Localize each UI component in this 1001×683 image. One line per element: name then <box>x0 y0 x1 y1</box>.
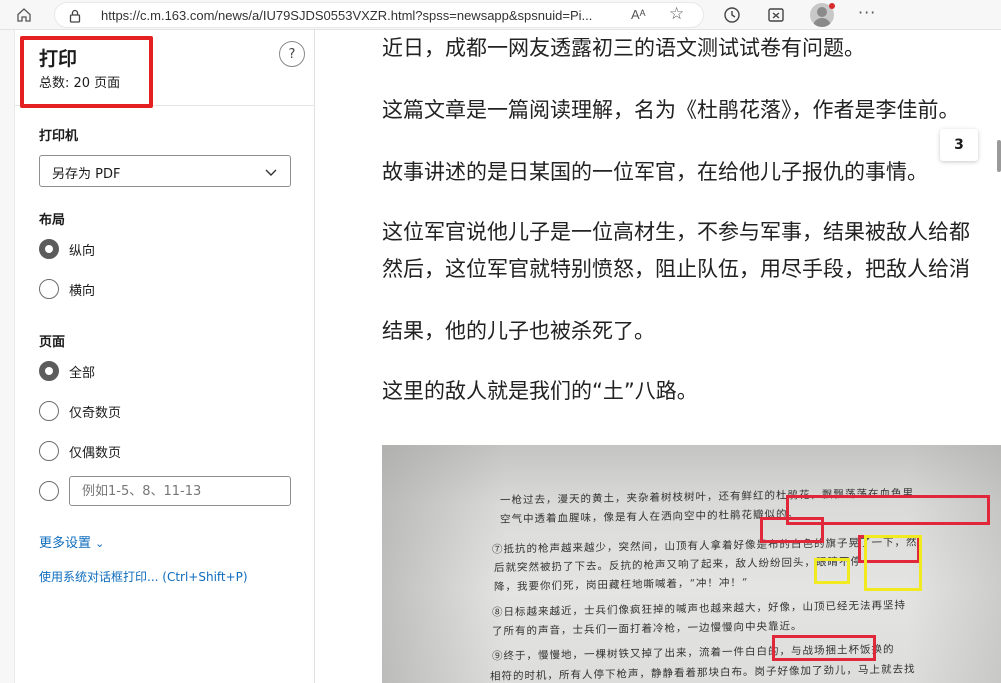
radio-button[interactable] <box>39 361 59 381</box>
help-icon[interactable]: ? <box>279 41 305 67</box>
more-menu-icon[interactable]: ··· <box>858 3 876 22</box>
print-panel-header: 打印 总数: 20 页面 ? <box>15 30 315 108</box>
yellow-highlight-box <box>864 535 922 591</box>
address-bar[interactable]: https://c.m.163.com/news/a/IU79SJDS0553V… <box>54 2 704 28</box>
layout-landscape-label: 横向 <box>69 283 96 299</box>
left-edge <box>0 30 14 683</box>
print-panel: 打印 总数: 20 页面 ? 打印机 另存为 PDF 布局 纵向 横向 页面 全… <box>14 30 315 683</box>
layout-label: 布局 <box>39 213 66 228</box>
layout-landscape-option[interactable]: 横向 <box>39 278 95 300</box>
history-icon[interactable] <box>720 3 744 27</box>
page-number-badge: 3 <box>940 129 978 161</box>
layout-portrait-label: 纵向 <box>69 243 96 259</box>
red-highlight-box <box>760 517 824 543</box>
radio-button[interactable] <box>39 481 59 501</box>
chevron-down-icon: ⌄ <box>95 537 105 550</box>
layout-portrait-option[interactable]: 纵向 <box>39 238 95 260</box>
radio-button[interactable] <box>39 401 59 421</box>
article-paragraph: 这位军官说他儿子是一位高材生，不参与军事，结果被敌人给都 <box>382 220 970 244</box>
radio-button[interactable] <box>39 239 59 259</box>
exam-paper-photo: 一枪过去，漫天的黄土，夹杂着树枝树叶，还有鲜红的杜鹃花，飘飘荡荡在血色里 空气中… <box>382 445 1001 683</box>
custom-range-input[interactable] <box>69 476 291 506</box>
chevron-down-icon <box>264 164 278 183</box>
article-paragraph: 这篇文章是一篇阅读理解，名为《杜鹃花落》，作者是李佳前。 <box>382 98 960 122</box>
more-settings-label: 更多设置 <box>39 536 92 551</box>
read-aloud-icon[interactable]: Aᴬ <box>631 7 646 22</box>
browser-toolbar: https://c.m.163.com/news/a/IU79SJDS0553V… <box>0 0 1001 30</box>
scrollbar-thumb[interactable] <box>997 140 1001 172</box>
article-paragraph: 故事讲述的是日某国的一位军官，在给他儿子报仇的事情。 <box>382 160 928 184</box>
article-paragraph: 这里的敌人就是我们的“土”八路。 <box>382 379 698 403</box>
radio-button[interactable] <box>39 279 59 299</box>
radio-button[interactable] <box>39 441 59 461</box>
red-highlight-box <box>772 635 876 661</box>
pages-even-label: 仅偶数页 <box>69 445 122 461</box>
article-paragraph: 近日，成都一网友透露初三的语文测试试卷有问题。 <box>382 36 865 60</box>
more-settings-link[interactable]: 更多设置 ⌄ <box>39 532 104 551</box>
screenshot-icon[interactable] <box>764 3 788 27</box>
pages-even-option[interactable]: 仅偶数页 <box>39 440 121 462</box>
pages-all-option[interactable]: 全部 <box>39 360 95 382</box>
printer-select-value: 另存为 PDF <box>52 167 121 182</box>
pages-custom-option[interactable] <box>39 480 69 502</box>
red-highlight-box <box>20 36 153 108</box>
lock-icon[interactable] <box>69 8 81 27</box>
article-paragraph: 然后，这位军官就特别愤怒，阻止队伍，用尽手段，把敌人给消 <box>382 257 970 281</box>
home-icon[interactable] <box>12 3 36 27</box>
yellow-highlight-box <box>814 558 850 584</box>
printer-label: 打印机 <box>39 129 79 144</box>
system-dialog-link[interactable]: 使用系统对话框打印... (Ctrl+Shift+P) <box>39 568 248 585</box>
article-content: 近日，成都一网友透露初三的语文测试试卷有问题。 这篇文章是一篇阅读理解，名为《杜… <box>316 30 1001 683</box>
favorite-star-icon[interactable]: ☆ <box>669 4 684 24</box>
pages-all-label: 全部 <box>69 365 96 381</box>
article-paragraph: 结果，他的儿子也被杀死了。 <box>382 319 655 343</box>
pages-label: 页面 <box>39 335 66 350</box>
printer-select[interactable]: 另存为 PDF <box>39 155 291 187</box>
pages-odd-option[interactable]: 仅奇数页 <box>39 400 121 422</box>
pages-odd-label: 仅奇数页 <box>69 405 122 421</box>
notification-dot-icon <box>829 3 835 9</box>
url-text[interactable]: https://c.m.163.com/news/a/IU79SJDS0553V… <box>101 8 621 23</box>
